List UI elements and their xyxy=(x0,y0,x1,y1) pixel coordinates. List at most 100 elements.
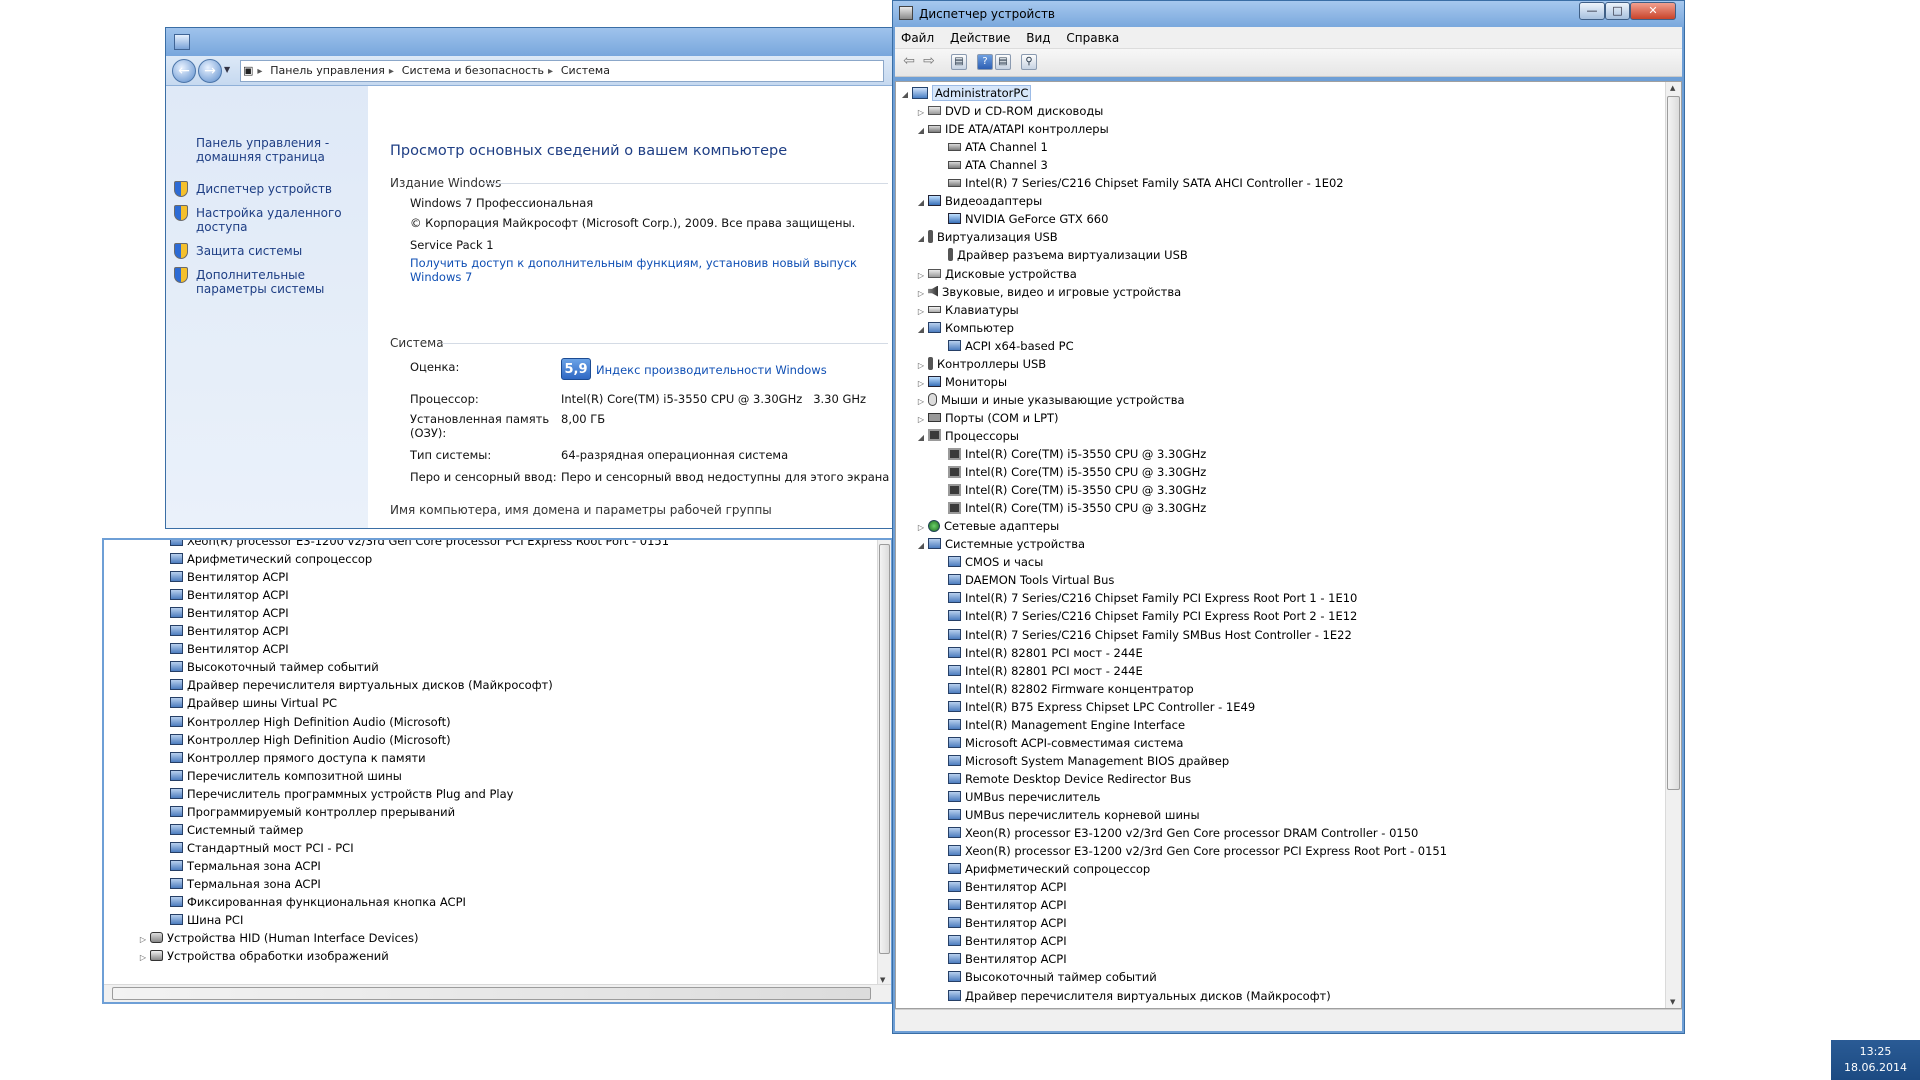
device-item[interactable]: NVIDIA GeForce GTX 660 xyxy=(948,210,1108,228)
device-category[interactable]: ▷ Устройства HID (Human Interface Devices… xyxy=(138,929,419,947)
device-item[interactable]: Высокоточный таймер событий xyxy=(170,658,379,676)
device-item[interactable]: Контроллер High Definition Audio (Micros… xyxy=(170,713,451,731)
device-item[interactable]: Intel(R) Core(TM) i5-3550 CPU @ 3.30GHz xyxy=(948,445,1206,463)
device-item[interactable]: Драйвер перечислителя виртуальных дисков… xyxy=(948,987,1331,1005)
system-window-titlebar[interactable] xyxy=(166,28,892,56)
device-item[interactable]: Intel(R) Management Engine Interface xyxy=(948,716,1185,734)
expanded-icon[interactable]: ◢ xyxy=(900,86,910,104)
expanded-icon[interactable]: ◢ xyxy=(916,321,926,339)
device-category[interactable]: ◢ IDE ATA/ATAPI контроллеры xyxy=(916,120,1109,138)
device-item[interactable]: ATA Channel 1 xyxy=(948,138,1048,156)
device-item[interactable]: Intel(R) Core(TM) i5-3550 CPU @ 3.30GHz xyxy=(948,481,1206,499)
menu-view[interactable]: Вид xyxy=(1020,27,1056,49)
device-item[interactable]: Вентилятор ACPI xyxy=(948,950,1067,968)
breadcrumb-control-panel[interactable]: Панель управления xyxy=(266,61,389,81)
device-item[interactable]: Intel(R) 7 Series/C216 Chipset Family SA… xyxy=(948,174,1344,192)
device-category[interactable]: ◢ Виртуализация USB xyxy=(916,228,1058,246)
device-category[interactable]: ▷ Звуковые, видео и игровые устройства xyxy=(916,283,1181,301)
device-item[interactable]: Microsoft System Management BIOS драйвер xyxy=(948,752,1229,770)
device-item[interactable]: Контроллер High Definition Audio (Micros… xyxy=(170,731,451,749)
scrollbar-thumb[interactable] xyxy=(112,987,871,1000)
device-category[interactable]: ◢ Видеоадаптеры xyxy=(916,192,1042,210)
device-item[interactable]: Шина PCI xyxy=(170,911,243,929)
close-button[interactable]: ✕ xyxy=(1630,2,1676,20)
show-hide-tree-icon[interactable]: ▤ xyxy=(951,54,967,70)
device-category[interactable]: ▷ Дисковые устройства xyxy=(916,265,1077,283)
device-item[interactable]: Вентилятор ACPI xyxy=(948,878,1067,896)
device-item[interactable]: Драйвер перечислителя виртуальных дисков… xyxy=(170,676,553,694)
device-category[interactable]: ▷ Мониторы xyxy=(916,373,1007,391)
device-item[interactable]: Вентилятор ACPI xyxy=(948,914,1067,932)
device-item[interactable]: Вентилятор ACPI xyxy=(170,622,289,640)
device-item[interactable]: Перечислитель программных устройств Plug… xyxy=(170,785,513,803)
expanded-icon[interactable]: ◢ xyxy=(916,537,926,555)
device-item[interactable]: Программируемый контроллер прерываний xyxy=(170,803,455,821)
device-item[interactable]: Драйвер шины Virtual PC xyxy=(170,694,337,712)
device-item[interactable]: Арифметический сопроцессор xyxy=(170,550,372,568)
device-item[interactable]: Intel(R) 82801 PCI мост - 244E xyxy=(948,644,1143,662)
expanded-icon[interactable]: ◢ xyxy=(916,194,926,212)
device-item[interactable]: Стандартный мост PCI - PCI xyxy=(170,839,354,857)
device-category[interactable]: ▷ Устройства обработки изображений xyxy=(138,947,389,965)
menu-help[interactable]: Справка xyxy=(1060,27,1125,49)
vertical-scrollbar[interactable]: ▼ xyxy=(877,540,891,984)
device-category[interactable]: ▷ Мыши и иные указывающие устройства xyxy=(916,391,1185,409)
minimize-button[interactable]: — xyxy=(1579,2,1605,20)
device-item[interactable]: Remote Desktop Device Redirector Bus xyxy=(948,770,1191,788)
scrollbar-thumb[interactable] xyxy=(879,544,890,954)
device-item[interactable]: Контроллер прямого доступа к памяти xyxy=(170,749,426,767)
device-item[interactable]: Вентилятор ACPI xyxy=(170,568,289,586)
scroll-up-icon[interactable]: ▲ xyxy=(1670,84,1675,92)
taskbar-clock[interactable]: 13:25 18.06.2014 xyxy=(1831,1040,1920,1080)
device-item[interactable]: Драйвер разъема виртуализации USB xyxy=(948,246,1188,264)
device-item[interactable]: DAEMON Tools Virtual Bus xyxy=(948,571,1114,589)
control-panel-home-link[interactable]: Панель управления - домашняя страница xyxy=(196,136,356,164)
device-item[interactable]: Вентилятор ACPI xyxy=(948,896,1067,914)
device-item[interactable]: Intel(R) 82802 Firmware концентратор xyxy=(948,680,1194,698)
forward-arrow-icon[interactable]: ⇨ xyxy=(921,54,937,70)
breadcrumb-security[interactable]: Система и безопасность xyxy=(398,61,548,81)
performance-index-link[interactable]: Индекс производительности Windows xyxy=(596,363,827,377)
device-item[interactable]: Термальная зона ACPI xyxy=(170,875,321,893)
device-item[interactable]: Арифметический сопроцессор xyxy=(948,860,1150,878)
history-dropdown-icon[interactable]: ▼ xyxy=(224,65,230,74)
task-remote-settings[interactable]: Настройка удаленного доступа xyxy=(196,206,346,234)
device-item[interactable]: Xeon(R) processor E3-1200 v2/3rd Gen Cor… xyxy=(948,842,1447,860)
menu-file[interactable]: Файл xyxy=(895,27,940,49)
device-category[interactable]: ▷ DVD и CD-ROM дисководы xyxy=(916,102,1103,120)
collapsed-icon[interactable]: ▷ xyxy=(138,949,148,967)
device-manager-titlebar[interactable]: Диспетчер устройств — □ ✕ xyxy=(893,1,1684,27)
device-item[interactable]: Термальная зона ACPI xyxy=(170,857,321,875)
scrollbar-thumb[interactable] xyxy=(1667,96,1680,790)
device-category[interactable]: ▷ Контроллеры USB xyxy=(916,355,1046,373)
device-category[interactable]: ▷ Клавиатуры xyxy=(916,301,1019,319)
scan-hardware-icon[interactable]: ⚲ xyxy=(1021,54,1037,70)
device-item[interactable]: Intel(R) B75 Express Chipset LPC Control… xyxy=(948,698,1255,716)
menu-action[interactable]: Действие xyxy=(944,27,1016,49)
device-item[interactable]: Вентилятор ACPI xyxy=(170,586,289,604)
device-item[interactable]: UMBus перечислитель корневой шины xyxy=(948,806,1200,824)
help-icon[interactable]: ? xyxy=(977,54,993,70)
device-item[interactable]: Вентилятор ACPI xyxy=(170,640,289,658)
device-item[interactable]: ATA Channel 3 xyxy=(948,156,1048,174)
task-system-protection[interactable]: Защита системы xyxy=(196,244,356,258)
device-item[interactable]: Intel(R) Core(TM) i5-3550 CPU @ 3.30GHz xyxy=(948,499,1206,517)
device-item[interactable]: Вентилятор ACPI xyxy=(170,604,289,622)
scroll-down-icon[interactable]: ▼ xyxy=(880,976,885,984)
device-category[interactable]: ◢ Компьютер xyxy=(916,319,1014,337)
expanded-icon[interactable]: ◢ xyxy=(916,429,926,447)
device-item[interactable]: Intel(R) 82801 PCI мост - 244E xyxy=(948,662,1143,680)
vertical-scrollbar[interactable]: ▲ ▼ xyxy=(1665,82,1681,1008)
back-arrow-icon[interactable]: ← xyxy=(172,59,196,83)
expanded-icon[interactable]: ◢ xyxy=(916,230,926,248)
device-item[interactable]: Вентилятор ACPI xyxy=(948,932,1067,950)
device-item[interactable]: Intel(R) 7 Series/C216 Chipset Family PC… xyxy=(948,607,1357,625)
device-item[interactable]: Xeon(R) processor E3-1200 v2/3rd Gen Cor… xyxy=(948,824,1418,842)
device-item[interactable]: Системный таймер xyxy=(170,821,303,839)
device-item[interactable]: Фиксированная функциональная кнопка ACPI xyxy=(170,893,466,911)
device-category[interactable]: ▷ Сетевые адаптеры xyxy=(916,517,1059,535)
upgrade-link[interactable]: Получить доступ к дополнительным функция… xyxy=(410,256,892,284)
device-item[interactable]: Перечислитель композитной шины xyxy=(170,767,402,785)
tree-root[interactable]: ◢ AdministratorPC xyxy=(900,84,1032,104)
breadcrumb[interactable]: ▣ ▸ Панель управления ▸ Система и безопасн… xyxy=(240,60,884,82)
